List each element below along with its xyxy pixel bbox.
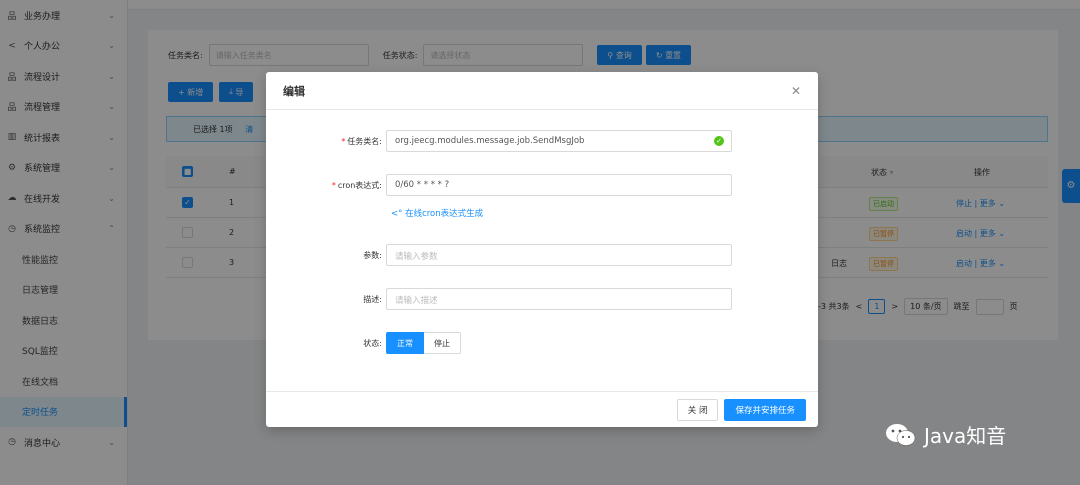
share-icon: <° <box>391 209 405 219</box>
param-label: 参数: <box>266 250 386 261</box>
modal-title: 编辑 <box>283 83 305 99</box>
watermark-text: Java知音 <box>924 420 1006 449</box>
edit-modal: 编辑 ✕ *任务类名: org.jeecg.modules.message.jo… <box>266 72 818 427</box>
status-label: 状态: <box>266 338 386 349</box>
close-icon[interactable]: ✕ <box>791 84 801 98</box>
status-stop-radio[interactable]: 停止 <box>424 332 461 354</box>
desc-input[interactable]: 请输入描述 <box>386 288 732 310</box>
task-class-label: *任务类名: <box>266 136 386 147</box>
task-class-input[interactable]: org.jeecg.modules.message.job.SendMsgJob… <box>386 130 732 152</box>
wechat-icon <box>884 422 918 448</box>
save-schedule-button[interactable]: 保存并安排任务 <box>724 399 806 421</box>
cron-row: *cron表达式: 0/60 * * * * ? <box>266 174 732 196</box>
desc-row: 描述: 请输入描述 <box>266 288 732 310</box>
param-row: 参数: 请输入参数 <box>266 244 732 266</box>
cron-link-label: 在线cron表达式生成 <box>405 209 483 219</box>
modal-footer: 关 闭 保存并安排任务 <box>266 391 818 427</box>
status-radio-group: 正常 停止 <box>386 332 461 354</box>
cron-generator-link[interactable]: <° 在线cron表达式生成 <box>391 207 483 219</box>
param-input[interactable]: 请输入参数 <box>386 244 732 266</box>
cron-input[interactable]: 0/60 * * * * ? <box>386 174 732 196</box>
modal-header: 编辑 ✕ <box>266 72 818 110</box>
task-class-row: *任务类名: org.jeecg.modules.message.job.Sen… <box>266 130 732 152</box>
watermark: Java知音 <box>884 420 1006 449</box>
status-row: 状态: 正常 停止 <box>266 332 461 354</box>
desc-label: 描述: <box>266 294 386 305</box>
cron-label: *cron表达式: <box>266 180 386 191</box>
check-circle-icon: ✓ <box>714 136 724 146</box>
status-normal-radio[interactable]: 正常 <box>386 332 424 354</box>
task-class-value: org.jeecg.modules.message.job.SendMsgJob <box>395 136 584 146</box>
close-button[interactable]: 关 闭 <box>677 399 719 421</box>
